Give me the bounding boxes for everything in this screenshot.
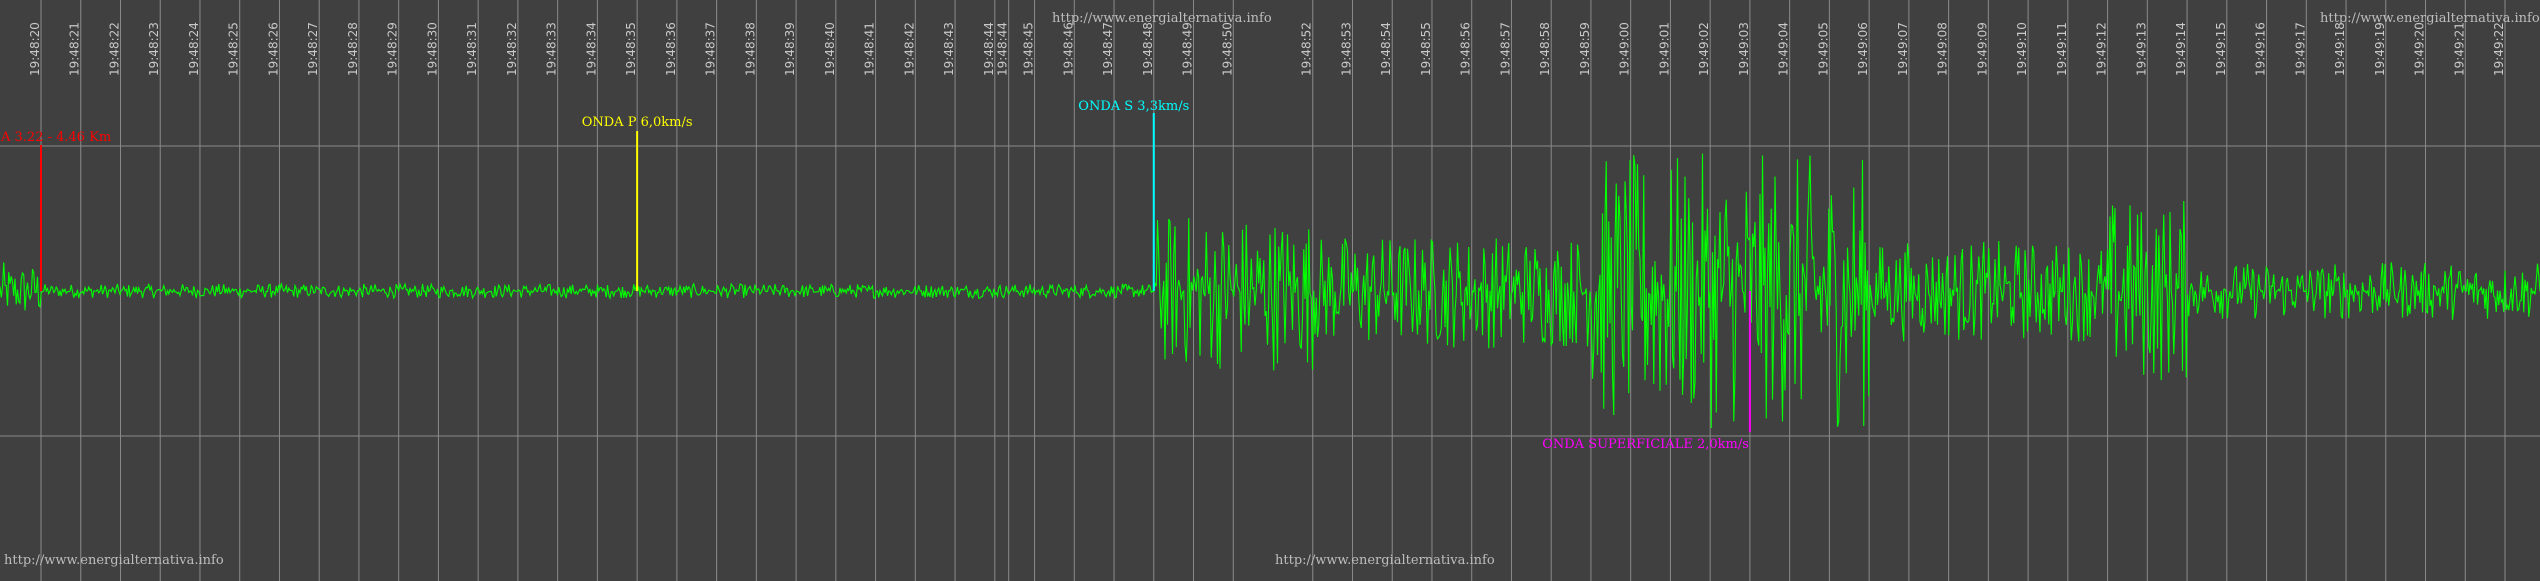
time-tick-label: 19:48:22 <box>107 22 121 76</box>
annotation-label: ONDA SUPERFICIALE 2,0km/s <box>1542 437 1749 452</box>
time-tick-label: 19:49:13 <box>2134 22 2148 76</box>
time-tick-label: 19:49:11 <box>2055 22 2069 76</box>
time-tick-label: 19:48:56 <box>1459 22 1473 76</box>
seismic-trace <box>0 153 2540 429</box>
watermark-bottom-center: http://www.energialternativa.info <box>1275 553 1495 568</box>
watermark-top-center: http://www.energialternativa.info <box>1052 11 1272 26</box>
time-tick-label: 19:48:40 <box>823 22 837 76</box>
time-tick-label: 19:48:49 <box>1181 22 1195 76</box>
time-tick-label: 19:49:05 <box>1816 22 1830 76</box>
time-tick-label: 19:49:20 <box>2413 22 2427 76</box>
time-tick-label: 19:48:31 <box>465 22 479 76</box>
time-tick-label: 19:49:03 <box>1737 22 1751 76</box>
time-tick-label: 19:49:01 <box>1657 22 1671 76</box>
time-tick-label: 19:48:26 <box>266 22 280 76</box>
time-tick-label: 19:49:07 <box>1896 22 1910 76</box>
time-tick-label: 19:48:47 <box>1101 22 1115 76</box>
annotation-label: ONDA S 3,3km/s <box>1078 99 1189 114</box>
annotation-label: A 3.22 - 4.46 Km <box>0 130 111 145</box>
time-tick-label: 19:48:21 <box>68 22 82 76</box>
time-tick-label: 19:48:53 <box>1339 22 1353 76</box>
time-tick-label: 19:48:33 <box>545 22 559 76</box>
time-tick-label: 19:49:09 <box>1975 22 1989 76</box>
annotation-label: ONDA P 6,0km/s <box>582 115 693 130</box>
time-tick-label: 19:49:00 <box>1618 22 1632 76</box>
seismogram-chart: 19:48:20 19:48:21 19:48:22 19:48:23 19:48:24… <box>0 0 2540 581</box>
time-tick-label: 19:48:30 <box>425 22 439 76</box>
time-tick-label: 19:49:22 <box>2492 22 2506 76</box>
time-tick-label: 19:48:41 <box>863 22 877 76</box>
time-tick-label: 19:48:35 <box>624 22 638 76</box>
time-tick-label: 19:48:59 <box>1578 22 1592 76</box>
time-tick-label: 19:49:18 <box>2333 22 2347 76</box>
time-tick-label: 19:49:17 <box>2293 22 2307 76</box>
time-tick-label: 19:49:21 <box>2452 22 2466 76</box>
time-tick-label: 19:48:25 <box>227 22 241 76</box>
time-tick-label: 19:48:50 <box>1220 22 1234 76</box>
time-tick-label: 19:48:28 <box>346 22 360 76</box>
time-tick-label: 19:49:06 <box>1856 22 1870 76</box>
time-tick-label: 19:49:10 <box>2015 22 2029 76</box>
time-tick-label: 19:48:58 <box>1538 22 1552 76</box>
time-tick-label: 19:48:38 <box>743 22 757 76</box>
watermark-top-right: http://www.energialternativa.info <box>2320 11 2540 26</box>
time-tick-label: 19:49:19 <box>2373 22 2387 76</box>
time-tick-label: 19:49:15 <box>2214 22 2228 76</box>
time-tick-label: 19:48:37 <box>704 22 718 76</box>
time-tick-label: 19:48:42 <box>902 22 916 76</box>
time-tick-label: 19:49:04 <box>1777 22 1791 76</box>
time-tick-label: 19:48:29 <box>386 22 400 76</box>
time-tick-label: 19:48:27 <box>306 22 320 76</box>
watermark-bottom-left: http://www.energialternativa.info <box>4 553 224 568</box>
time-tick-label: 19:49:16 <box>2254 22 2268 76</box>
time-tick-label: 19:48:20 <box>28 22 42 76</box>
time-tick-label: 19:48:23 <box>147 22 161 76</box>
time-tick-label: 19:48:34 <box>584 22 598 76</box>
time-tick-label: 19:48:55 <box>1419 22 1433 76</box>
time-tick-label: 19:49:14 <box>2174 22 2188 76</box>
time-tick-label: 19:48:43 <box>942 22 956 76</box>
time-tick-label: 19:48:39 <box>783 22 797 76</box>
time-tick-label: 19:48:24 <box>187 22 201 76</box>
time-tick-label: 19:49:12 <box>2095 22 2109 76</box>
time-tick-label: 19:48:44 <box>996 22 1010 76</box>
time-tick-label: 19:48:45 <box>1022 22 1036 76</box>
time-tick-label: 19:49:08 <box>1936 22 1950 76</box>
time-tick-label: 19:48:52 <box>1300 22 1314 76</box>
time-tick-label: 19:48:44 <box>982 22 996 76</box>
time-tick-label: 19:48:57 <box>1498 22 1512 76</box>
time-tick-label: 19:48:46 <box>1061 22 1075 76</box>
time-tick-label: 19:48:54 <box>1379 22 1393 76</box>
time-tick-label: 19:48:32 <box>505 22 519 76</box>
time-tick-label: 19:49:02 <box>1697 22 1711 76</box>
time-tick-label: 19:48:36 <box>664 22 678 76</box>
time-tick-label: 19:48:48 <box>1141 22 1155 76</box>
